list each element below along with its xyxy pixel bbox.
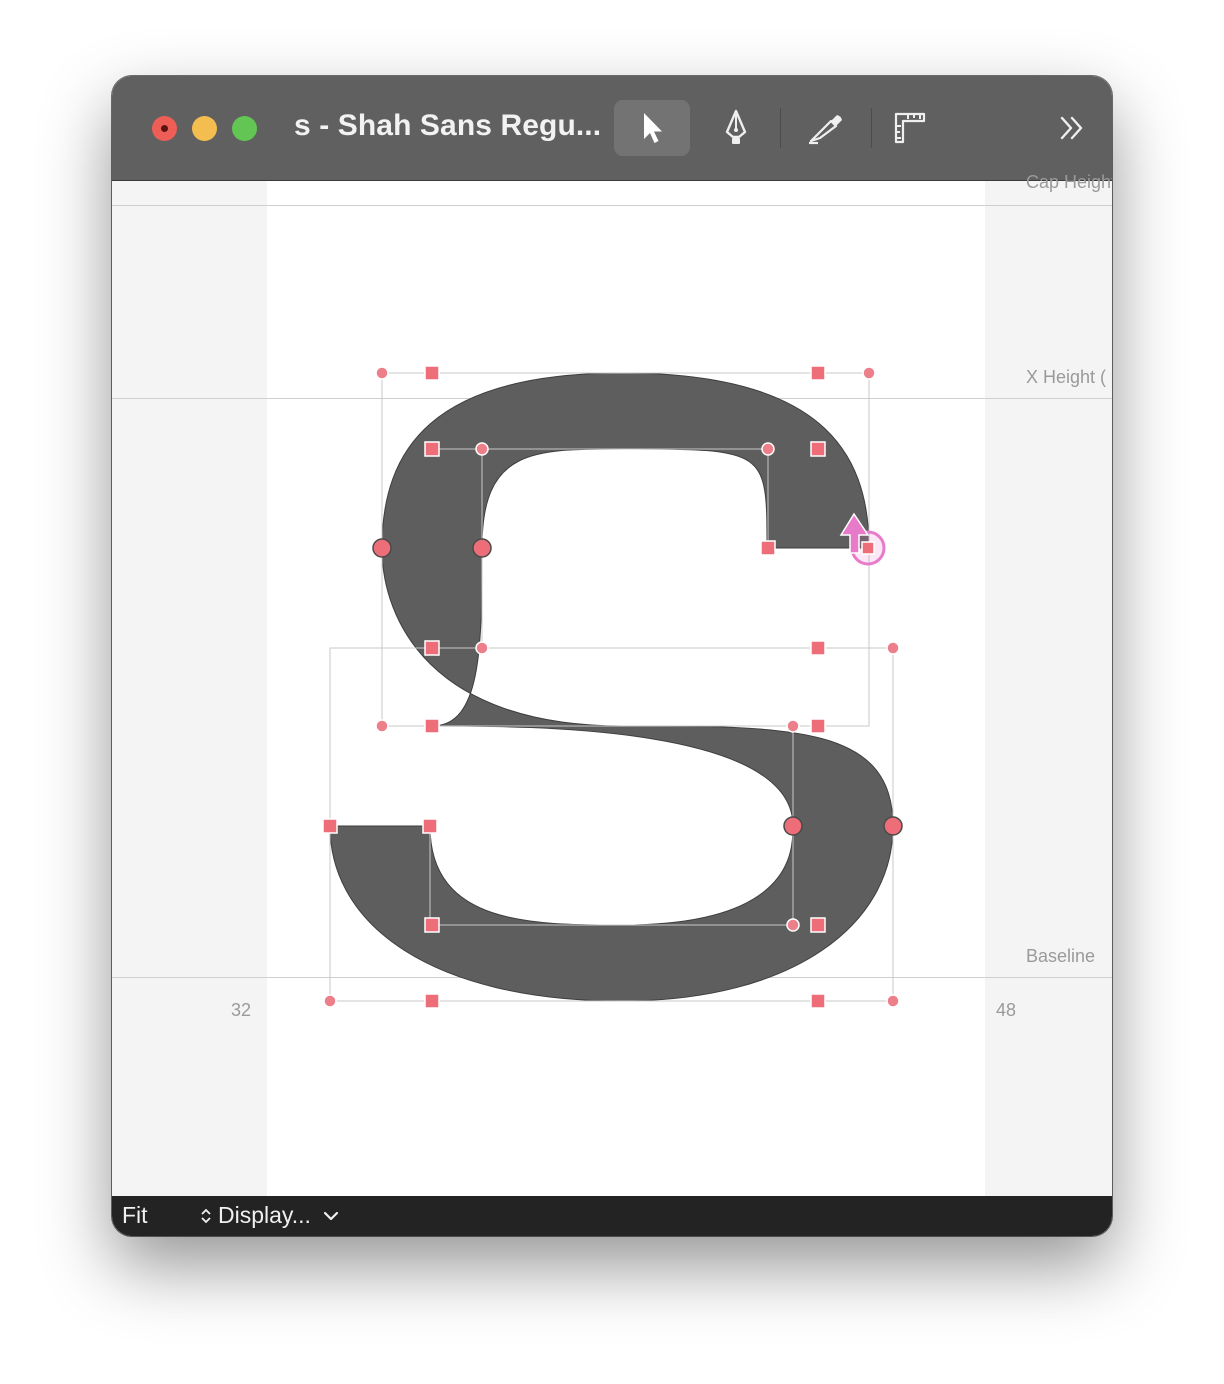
status-bar: Fit Display...	[112, 1196, 1112, 1236]
ruler-icon	[894, 112, 926, 144]
glyph-canvas[interactable]: Cap Height X Height ( Baseline 32 48	[112, 172, 1112, 1196]
glyph-outline	[322, 365, 903, 1009]
title-bar: s - Shah Sans Regu...	[112, 76, 1112, 181]
toolbar-separator	[871, 108, 872, 148]
zoom-button[interactable]	[232, 116, 257, 141]
display-options-popup[interactable]: Display...	[200, 1202, 341, 1229]
knife-icon	[809, 115, 842, 145]
up-down-chevron-icon	[201, 1208, 211, 1223]
double-chevron-right-icon	[1060, 116, 1083, 140]
pen-tool-button[interactable]	[708, 100, 764, 156]
display-options-label: Display...	[218, 1202, 311, 1228]
select-tool-button[interactable]	[614, 100, 690, 156]
toolbar-separator	[780, 108, 781, 148]
glyph-s-contour[interactable]	[329, 372, 894, 1002]
measure-tool-button[interactable]	[882, 100, 938, 156]
pointer-arrow-icon	[644, 113, 662, 143]
chevron-down-icon	[323, 1211, 338, 1220]
minimize-button[interactable]	[192, 116, 217, 141]
window-title: s - Shah Sans Regu...	[294, 109, 602, 142]
toolbar-overflow-button[interactable]	[1048, 100, 1096, 156]
knife-tool-button[interactable]	[796, 100, 856, 156]
close-button[interactable]	[152, 116, 177, 141]
zoom-fit-button[interactable]: Fit	[122, 1202, 148, 1229]
pen-nib-icon	[725, 109, 747, 144]
glyph-editor-window: s - Shah Sans Regu... Cap Height X Heigh…	[112, 76, 1112, 1236]
